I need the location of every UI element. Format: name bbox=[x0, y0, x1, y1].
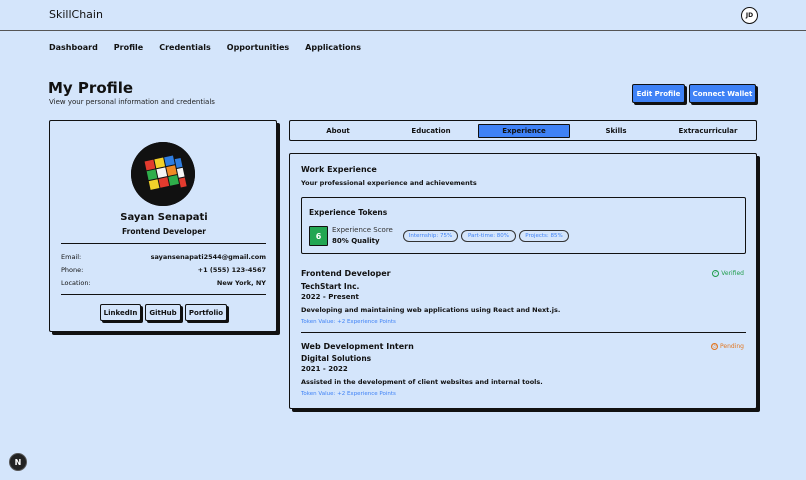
job-company: Digital Solutions bbox=[301, 354, 372, 363]
phone-value: +1 (555) 123-4567 bbox=[197, 266, 266, 274]
tab-education[interactable]: Education bbox=[386, 124, 476, 138]
status-text: Pending bbox=[720, 343, 744, 350]
section-title: Work Experience bbox=[301, 165, 377, 174]
job-company: TechStart Inc. bbox=[301, 282, 360, 291]
tab-skills[interactable]: Skills bbox=[572, 124, 660, 138]
check-circle-icon: ✓ bbox=[712, 270, 720, 277]
top-bar: SkillChain JD bbox=[0, 0, 806, 31]
location-value: New York, NY bbox=[216, 279, 266, 287]
nav-credentials[interactable]: Credentials bbox=[159, 43, 211, 52]
job-dates: 2022 - Present bbox=[301, 293, 359, 301]
edit-profile-button[interactable]: Edit Profile bbox=[632, 84, 685, 103]
page-subtitle: View your personal information and crede… bbox=[49, 98, 215, 106]
experience-tokens-box: Experience Tokens 6 Experience Score 80%… bbox=[301, 197, 746, 254]
pill-internship: Internship: 75% bbox=[403, 230, 458, 242]
email-value: sayansenapati2544@gmail.com bbox=[150, 253, 266, 261]
location-label: Location: bbox=[61, 279, 91, 287]
status-text: Verified bbox=[721, 270, 744, 277]
connect-wallet-button[interactable]: Connect Wallet bbox=[689, 84, 756, 103]
profile-name: Sayan Senapati bbox=[120, 212, 208, 223]
phone-label: Phone: bbox=[61, 266, 84, 274]
job-dates: 2021 - 2022 bbox=[301, 365, 348, 373]
job-token-value: Token Value: +2 Experience Points bbox=[301, 391, 396, 397]
divider bbox=[61, 243, 266, 244]
tab-extracurricular[interactable]: Extracurricular bbox=[662, 124, 754, 138]
profile-card: Sayan Senapati Frontend Developer Email:… bbox=[49, 120, 277, 332]
tab-experience[interactable]: Experience bbox=[478, 124, 570, 138]
pill-part-time: Part-time: 80% bbox=[461, 230, 516, 242]
nav-dashboard[interactable]: Dashboard bbox=[49, 43, 98, 52]
portfolio-button[interactable]: Portfolio bbox=[185, 304, 227, 321]
pill-projects: Projects: 85% bbox=[519, 230, 569, 242]
nav-profile[interactable]: Profile bbox=[114, 43, 143, 52]
quality-value: 80% Quality bbox=[332, 237, 380, 245]
section-subtitle: Your professional experience and achieve… bbox=[301, 179, 477, 187]
github-button[interactable]: GitHub bbox=[145, 304, 181, 321]
email-row: Email: sayansenapati2544@gmail.com bbox=[61, 253, 266, 261]
job-description: Developing and maintaining web applicati… bbox=[301, 306, 561, 314]
status-badge: ✓ Verified bbox=[712, 270, 744, 277]
linkedin-button[interactable]: LinkedIn bbox=[100, 304, 141, 321]
divider bbox=[61, 294, 266, 295]
main-nav: Dashboard Profile Credentials Opportunit… bbox=[49, 43, 377, 52]
score-badge: 6 bbox=[309, 226, 328, 246]
profile-role: Frontend Developer bbox=[122, 227, 206, 236]
tab-about[interactable]: About bbox=[294, 124, 382, 138]
nav-opportunities[interactable]: Opportunities bbox=[227, 43, 289, 52]
phone-row: Phone: +1 (555) 123-4567 bbox=[61, 266, 266, 274]
experience-card: Work Experience Your professional experi… bbox=[289, 153, 757, 409]
profile-photo bbox=[131, 142, 195, 206]
location-row: Location: New York, NY bbox=[61, 279, 266, 287]
nav-applications[interactable]: Applications bbox=[305, 43, 361, 52]
tokens-title: Experience Tokens bbox=[309, 208, 388, 217]
status-badge: ◷ Pending bbox=[711, 343, 744, 350]
job-title: Web Development Intern bbox=[301, 342, 414, 351]
next-logo-icon[interactable]: N bbox=[9, 453, 27, 471]
job-token-value: Token Value: +2 Experience Points bbox=[301, 319, 396, 325]
avatar[interactable]: JD bbox=[741, 7, 758, 24]
email-label: Email: bbox=[61, 253, 82, 261]
page-title: My Profile bbox=[48, 79, 134, 97]
profile-tabs: About Education Experience Skills Extrac… bbox=[289, 120, 757, 141]
clock-icon: ◷ bbox=[711, 343, 718, 350]
divider bbox=[301, 332, 746, 333]
job-title: Frontend Developer bbox=[301, 269, 391, 278]
brand-logo[interactable]: SkillChain bbox=[49, 8, 103, 21]
score-label: Experience Score bbox=[332, 226, 393, 234]
job-description: Assisted in the development of client we… bbox=[301, 378, 543, 386]
